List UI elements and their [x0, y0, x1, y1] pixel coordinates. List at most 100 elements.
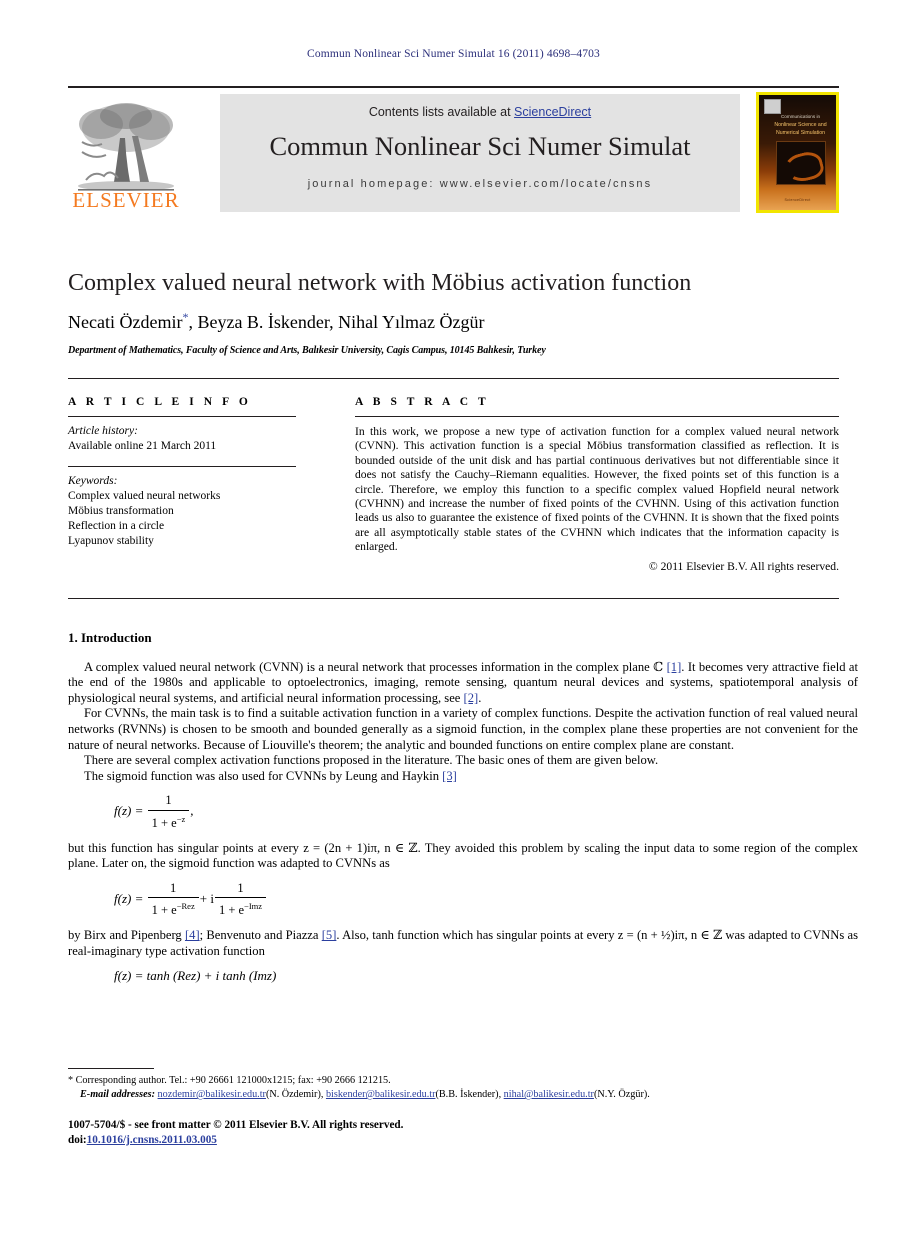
email-person-2: (B.B. İskender) [435, 1089, 499, 1100]
email-link-2[interactable]: biskender@balikesir.edu.tr [326, 1089, 436, 1100]
paragraph-2: For CVNNs, the main task is to find a su… [68, 706, 858, 752]
email-link-1[interactable]: nozdemir@balikesir.edu.tr [158, 1089, 266, 1100]
eq2-den1-base: 1 + e [151, 903, 177, 918]
journal-title: Commun Nonlinear Sci Numer Simulat [269, 131, 691, 161]
cover-title-line1: Communications in [780, 114, 821, 119]
eq1-fraction: 1 1 + e−z [147, 793, 190, 832]
abstract-text: In this work, we propose a new type of a… [355, 425, 839, 554]
eq2-denominator-1: 1 + e−Rez [148, 898, 199, 919]
equation-2: f(z) = 1 1 + e−Rez + i 1 1 + e−Imz [114, 881, 858, 919]
author-list: Necati Özdemir*, Beyza B. İskender, Niha… [68, 310, 858, 333]
keyword-item: Reflection in a circle [68, 520, 165, 532]
abstract-heading: A B S T R A C T [355, 396, 490, 408]
eq2-den2-base: 1 + e [218, 903, 245, 918]
abstract-column: A B S T R A C T In this work, we propose… [355, 396, 839, 573]
eq1-denominator: 1 + e−z [148, 811, 190, 832]
eq2-plus-i: + i [199, 891, 214, 907]
doi-line: doi:10.1016/j.cnsns.2011.03.005 [68, 1133, 858, 1148]
author-first: Necati Özdemir [68, 312, 183, 332]
issn-line: 1007-5704/$ - see front matter © 2011 El… [68, 1119, 404, 1131]
eq2-fraction-2: 1 1 + e−Imz [214, 881, 267, 919]
cover-title-line2: Nonlinear Science and [774, 122, 827, 128]
eq1-den-exponent: −z [176, 813, 186, 824]
doi-label: doi: [68, 1134, 87, 1146]
article-history-value: Available online 21 March 2011 [68, 440, 217, 452]
article-info-column: A R T I C L E I N F O Article history: A… [68, 396, 296, 549]
article-history-label: Article history: [68, 425, 138, 437]
p6-part-a: by Birx and Pipenberg [68, 928, 185, 943]
article-history: Article history: Available online 21 Mar… [68, 424, 296, 454]
sciencedirect-band: Contents lists available at ScienceDirec… [220, 94, 740, 212]
paragraph-6: by Birx and Pipenberg [4]; Benvenuto and… [68, 928, 858, 959]
cover-swirl-shape [782, 148, 826, 186]
cover-footer-text: ScienceDirect [784, 198, 811, 202]
corresponding-author-text: Corresponding author. Tel.: +90 26661 12… [75, 1075, 391, 1086]
email-label: E-mail addresses: [80, 1089, 155, 1100]
citation-ref-2[interactable]: [2] [464, 691, 479, 705]
keywords-label: Keywords: [68, 475, 118, 487]
eq1-numerator: 1 [147, 793, 190, 811]
section-heading-introduction: 1. Introduction [68, 630, 152, 645]
title-divider [68, 378, 839, 379]
p1-part-c: . [478, 690, 482, 705]
running-head: Commun Nonlinear Sci Numer Simulat 16 (2… [307, 48, 600, 60]
keywords-divider [68, 466, 296, 467]
paper-page: Commun Nonlinear Sci Numer Simulat 16 (2… [0, 0, 907, 1238]
equation-3: f(z) = tanh (Rez) + i tanh (Imz) [114, 968, 277, 984]
eq2-denominator-2: 1 + e−Imz [215, 898, 266, 919]
cover-title-text: Communications in Nonlinear Science and … [763, 113, 836, 137]
corresponding-author-note: * Corresponding author. Tel.: +90 26661 … [68, 1074, 858, 1088]
citation-ref-1[interactable]: [1] [667, 660, 682, 674]
doi-link[interactable]: 10.1016/j.cnsns.2011.03.005 [87, 1134, 217, 1146]
p6-part-b: ; Benvenuto and Piazza [199, 928, 322, 943]
contents-prefix: Contents lists available at [368, 105, 515, 119]
cover-publisher-mark [764, 99, 781, 114]
keyword-item: Lyapunov stability [68, 535, 154, 547]
eq1-tail: , [190, 803, 194, 819]
footnote-marker: * [68, 1075, 74, 1086]
abstract-bottom-divider [68, 598, 839, 599]
citation-ref-5[interactable]: [5] [322, 928, 337, 942]
eq1-lhs: f(z) = [114, 803, 144, 819]
email-person-3: (N.Y. Özgür) [593, 1089, 648, 1100]
keywords-block: Keywords: Complex valued neural networks… [68, 474, 296, 549]
eq2-den2-exponent: −Imz [244, 901, 263, 912]
email-link-3[interactable]: nihal@balikesir.edu.tr [504, 1089, 594, 1100]
citation-ref-3[interactable]: [3] [442, 769, 457, 783]
eq2-numerator-2: 1 [214, 881, 267, 899]
affiliation: Department of Mathematics, Faculty of Sc… [68, 345, 546, 356]
journal-masthead: ELSEVIER Contents lists available at Sci… [68, 86, 839, 216]
eq2-den1-exponent: −Rez [176, 901, 195, 912]
keyword-item: Complex valued neural networks [68, 490, 221, 502]
paragraph-5: but this function has singular points at… [68, 840, 858, 871]
journal-cover-thumbnail: Communications in Nonlinear Science and … [756, 92, 839, 213]
article-body: 1. Introduction A complex valued neural … [68, 630, 858, 993]
email-person-1: (N. Özdemir) [265, 1089, 321, 1100]
paragraph-3: There are several complex activation fun… [84, 753, 659, 768]
eq2-fraction-1: 1 1 + e−Rez [147, 881, 199, 919]
p1-part-a: A complex valued neural network (CVNN) i… [84, 659, 667, 674]
article-info-heading: A R T I C L E I N F O [68, 396, 252, 408]
eq2-lhs: f(z) = [114, 891, 144, 907]
svg-text:ELSEVIER: ELSEVIER [72, 188, 179, 212]
article-info-divider [68, 416, 296, 417]
paper-title: Complex valued neural network with Möbiu… [68, 270, 692, 296]
elsevier-logo: ELSEVIER [68, 94, 186, 214]
journal-homepage[interactable]: journal homepage: www.elsevier.com/locat… [220, 178, 740, 190]
sciencedirect-link[interactable]: ScienceDirect [514, 105, 591, 119]
abstract-divider [355, 416, 839, 417]
eq1-den-base: 1 + e [151, 816, 177, 831]
p4-part-a: The sigmoid function was also used for C… [84, 768, 443, 783]
cover-title-line3: Numerical Simulation [775, 130, 825, 136]
equation-1: f(z) = 1 1 + e−z , [114, 793, 858, 831]
cover-artwork [776, 141, 826, 186]
footnote-block: * Corresponding author. Tel.: +90 26661 … [68, 1074, 858, 1102]
footnote-divider [68, 1068, 154, 1069]
email-note: E-mail addresses: nozdemir@balikesir.edu… [80, 1089, 650, 1100]
abstract-copyright: © 2011 Elsevier B.V. All rights reserved… [648, 559, 839, 573]
paragraph-1: A complex valued neural network (CVNN) i… [68, 660, 858, 707]
citation-ref-4[interactable]: [4] [185, 928, 200, 942]
elsevier-tree-icon: ELSEVIER [72, 103, 179, 212]
paragraph-4: The sigmoid function was also used for C… [68, 769, 858, 785]
keyword-item: Möbius transformation [68, 505, 174, 517]
